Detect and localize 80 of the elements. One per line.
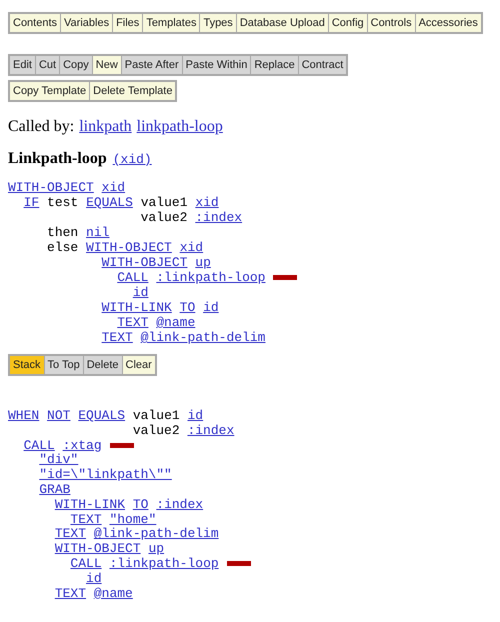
code-link[interactable]: CALL — [70, 556, 102, 571]
code-link[interactable]: IF — [24, 195, 40, 210]
code-text: then — [47, 225, 78, 240]
code-link[interactable]: TEXT — [117, 315, 148, 330]
code-link[interactable]: WITH-OBJECT — [102, 255, 188, 270]
caller-link[interactable]: linkpath-loop — [136, 117, 223, 137]
toolbar-button[interactable]: Paste After — [122, 56, 182, 74]
code-link[interactable]: TEXT — [54, 526, 86, 542]
toolbar-button[interactable]: To Top — [44, 356, 83, 374]
code-link[interactable]: "div" — [39, 452, 78, 468]
code-text: else — [47, 240, 78, 255]
code-link[interactable]: WITH-OBJECT — [54, 541, 141, 556]
code-text: test — [47, 195, 78, 210]
code-link[interactable]: id — [132, 285, 148, 300]
code-link[interactable]: CALL — [117, 270, 148, 285]
code-link[interactable]: id — [188, 408, 204, 423]
code-link[interactable]: up — [195, 255, 211, 270]
code-link[interactable]: @link-path-delim — [94, 526, 219, 542]
code-text: value1 — [140, 195, 188, 210]
code-link[interactable]: :index — [187, 422, 234, 438]
code-link[interactable]: :linkpath-loop — [156, 270, 266, 285]
toolbar-button[interactable]: Paste Within — [182, 56, 250, 74]
toolbar-button[interactable]: Cut — [36, 56, 60, 74]
params-link[interactable]: (xid) — [112, 150, 152, 170]
toolbar-button[interactable]: Copy Template — [10, 82, 90, 100]
toolbar-button[interactable]: Contract — [298, 56, 346, 74]
code-link[interactable]: xid — [195, 195, 219, 210]
code-link[interactable]: WHEN — [8, 408, 40, 423]
code-link[interactable]: up — [148, 541, 164, 556]
code-link[interactable]: xid — [102, 180, 126, 195]
toolbar-button[interactable]: Database Upload — [236, 14, 328, 32]
code-link[interactable]: "home" — [109, 512, 156, 527]
code-link[interactable]: :index — [156, 496, 204, 512]
code-link[interactable]: :xtag — [62, 438, 102, 453]
code-link[interactable]: @name — [156, 315, 196, 330]
toolbar-button[interactable]: Delete Template — [90, 82, 176, 100]
code-link[interactable]: TEXT — [102, 330, 133, 345]
toolbar-button[interactable]: Stack — [10, 356, 44, 374]
toolbar-button[interactable]: Copy — [60, 56, 92, 74]
code-link[interactable]: EQUALS — [86, 195, 133, 210]
toolbar-button[interactable]: Contents — [10, 14, 60, 32]
toolbar-button[interactable]: Files — [113, 14, 142, 32]
called-by-label: Called by: — [8, 117, 74, 137]
code-text: value1 — [132, 408, 180, 423]
code-link[interactable]: TEXT — [70, 512, 102, 527]
code-link[interactable]: @name — [94, 586, 133, 601]
code-link[interactable]: TO — [132, 496, 148, 512]
template-title: Linkpath-loop — [8, 149, 107, 169]
code-link[interactable]: id — [86, 570, 102, 586]
toolbar-button[interactable]: Types — [200, 14, 236, 32]
caller-link[interactable]: linkpath — [79, 117, 132, 137]
toolbar-button[interactable]: New — [92, 56, 121, 74]
code-link[interactable]: CALL — [24, 438, 55, 453]
toolbar-button[interactable]: Controls — [368, 14, 415, 32]
toolbar-button[interactable]: Templates — [143, 14, 200, 32]
code-link[interactable]: xid — [180, 240, 204, 255]
code-link[interactable]: TEXT — [54, 586, 86, 601]
code-link[interactable]: @link-path-delim — [140, 330, 266, 345]
code-link[interactable]: id — [203, 300, 219, 315]
toolbar-button[interactable]: Config — [328, 14, 367, 32]
code-link[interactable]: WITH-OBJECT — [8, 180, 94, 195]
code-link[interactable]: WITH-LINK — [102, 300, 172, 315]
code-link[interactable]: EQUALS — [78, 408, 126, 423]
code-link[interactable]: WITH-LINK — [54, 496, 126, 512]
toolbar-button[interactable]: Delete — [84, 356, 122, 374]
toolbar-button[interactable]: Variables — [61, 14, 112, 32]
code-link[interactable]: NOT — [47, 408, 70, 423]
code-link[interactable]: nil — [86, 225, 110, 240]
code-link[interactable]: GRAB — [39, 482, 70, 497]
code-link[interactable]: "id=\"linkpath\"" — [39, 467, 172, 482]
toolbar-button[interactable]: Clear — [122, 356, 155, 374]
code-link[interactable]: TO — [180, 300, 196, 315]
toolbar-button[interactable]: Accessories — [416, 14, 481, 32]
code-link[interactable]: :index — [195, 210, 242, 225]
toolbar-button[interactable]: Replace — [251, 56, 298, 74]
toolbar-button[interactable]: Edit — [10, 56, 35, 74]
code-link[interactable]: :linkpath-loop — [109, 556, 219, 571]
code-text: value2 — [140, 210, 188, 225]
code-text: value2 — [132, 422, 180, 438]
code-link[interactable]: WITH-OBJECT — [86, 240, 172, 255]
